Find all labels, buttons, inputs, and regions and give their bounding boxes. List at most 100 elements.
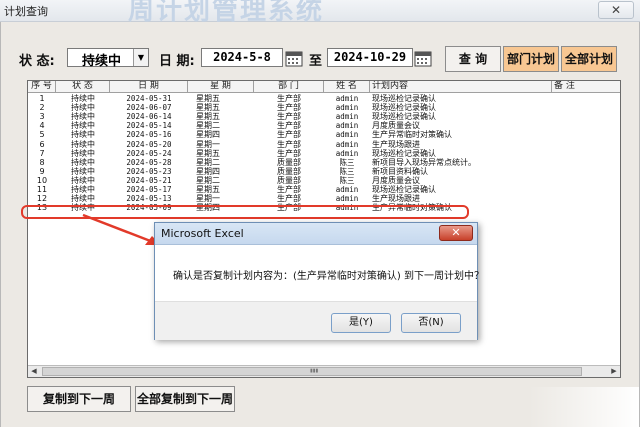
table-row[interactable]: 2 持续中 2024-06-07 星期五 生产部 admin 现场巡检记录确认 [28,103,620,113]
status-combo[interactable]: 持续中 ▼ [67,48,149,69]
date-from-field[interactable]: 2024-5-8 [201,48,283,67]
dialog-title: Microsoft Excel [161,227,244,240]
table-cell [552,94,620,103]
table-cell [552,140,620,149]
no-button[interactable]: 否(N) [401,313,461,333]
column-header: 状 态 [56,81,110,93]
table-cell: 7 [39,148,45,158]
table-cell: 月度质量会议 [372,175,420,185]
table-cell: 持续中 [71,139,95,149]
date-to-field[interactable]: 2024-10-29 [327,48,413,67]
table-cell: 生产部 [277,194,301,204]
table-row[interactable]: 3 持续中 2024-06-14 星期五 生产部 admin 现场巡检记录确认 [28,112,620,122]
table-cell: 现场巡检记录确认 [372,148,436,158]
copy-next-week-button[interactable]: 复制到下一周 [27,386,131,412]
table-cell: 陈三 [339,166,355,176]
table-cell: 现场巡检记录确认 [372,185,436,194]
corner-fade [529,387,639,427]
table-cell: 星期五 [196,148,220,158]
table-cell: 持续中 [71,130,95,140]
table-cell: 陈三 [339,175,355,185]
table-cell [552,121,620,130]
table-row[interactable]: 6 持续中 2024-05-20 星期一 生产部 admin 生产现场跟进 [28,139,620,149]
scroll-left-icon[interactable]: ◀ [28,366,40,377]
table-cell: 4 [39,121,45,131]
table-cell: 11 [36,185,48,194]
table-cell: 2024-05-21 [126,175,172,185]
table-cell: 月度质量会议 [372,121,420,131]
horizontal-scrollbar[interactable]: ◀ ▮▮▮ ▶ [28,365,620,377]
table-cell: 星期五 [196,103,220,113]
table-row[interactable]: 1 持续中 2024-05-31 星期五 生产部 admin 现场巡检记录确认 [28,94,620,103]
table-row[interactable]: 10 持续中 2024-05-21 星期二 质量部 陈三 月度质量会议 [28,175,620,185]
calendar-icon[interactable] [285,49,303,67]
table-cell: 生产部 [277,121,301,131]
table-cell: 现场巡检记录确认 [372,103,436,113]
table-cell: 持续中 [71,175,95,185]
table-cell: 2024-06-07 [126,103,172,113]
table-cell: admin [335,130,359,140]
grid-header: 序 号 状 态 日 期 星 期 部 门 姓 名 计划内容 备 注 [28,81,620,93]
query-button[interactable]: 查 询 [445,46,501,72]
table-cell: 生产现场跟进 [372,194,420,204]
table-row[interactable]: 4 持续中 2024-05-14 星期二 生产部 admin 月度质量会议 [28,121,620,131]
table-cell: 2024-05-24 [126,148,172,158]
table-cell: 2024-05-14 [126,121,172,131]
table-row[interactable]: 12 持续中 2024-05-13 星期一 生产部 admin 生产现场跟进 [28,194,620,204]
table-cell: 2 [39,103,45,113]
dialog-close-button[interactable]: ✕ [439,225,473,241]
table-cell: 持续中 [71,112,95,122]
table-cell: 2024-05-16 [126,130,172,140]
grip-icon: ▮▮▮ [310,368,319,374]
table-cell: 3 [39,112,45,122]
table-cell: 生产部 [277,130,301,140]
column-header: 日 期 [110,81,188,93]
table-cell: 持续中 [71,148,95,158]
column-header: 备 注 [552,81,620,93]
table-cell: 持续中 [71,185,95,194]
scroll-right-icon[interactable]: ▶ [608,366,620,377]
table-cell: 持续中 [71,121,95,131]
table-cell: admin [335,194,359,204]
table-cell [552,167,620,176]
window-close-button[interactable]: ✕ [598,1,634,19]
table-row[interactable]: 5 持续中 2024-05-16 星期四 生产部 admin 生产异常临时对策确认 [28,130,620,140]
table-row[interactable]: 9 持续中 2024-05-23 星期四 质量部 陈三 新项目资料确认 [28,166,620,176]
dept-plan-button[interactable]: 部门计划 [503,46,559,72]
all-plan-button[interactable]: 全部计划 [561,46,617,72]
table-cell: 星期一 [196,139,220,149]
table-cell: admin [335,112,359,122]
table-cell: 2024-05-31 [126,94,172,103]
calendar-icon[interactable] [414,49,432,67]
table-cell [552,158,620,167]
table-cell: 星期一 [196,194,220,204]
yes-button[interactable]: 是(Y) [331,313,391,333]
chevron-down-icon[interactable]: ▼ [133,49,148,66]
table-cell: 生产部 [277,94,301,103]
table-cell [552,112,620,121]
table-cell: 星期二 [196,157,220,167]
table-row[interactable]: 11 持续中 2024-05-17 星期五 生产部 admin 现场巡检记录确认 [28,185,620,194]
table-cell: 持续中 [71,166,95,176]
table-cell: admin [335,139,359,149]
table-cell: admin [335,121,359,131]
dialog-titlebar: Microsoft Excel ✕ [155,223,477,245]
table-cell: 质量部 [277,166,301,176]
dialog-message: 确认是否复制计划内容为：(生产异常临时对策确认) 到下一周计划中？ [173,271,484,282]
column-header: 序 号 [28,81,56,93]
table-cell: 新项目资料确认 [372,166,428,176]
table-row[interactable]: 7 持续中 2024-05-24 星期五 生产部 admin 现场巡检记录确认 [28,148,620,158]
to-label: 至 [309,54,323,69]
copy-all-next-week-button[interactable]: 全部复制到下一周 [135,386,235,412]
table-cell: 星期五 [196,94,220,103]
table-cell: 持续中 [71,157,95,167]
arrow-annotation-icon [82,213,161,245]
table-row[interactable]: 8 持续中 2024-05-28 星期二 质量部 陈三 新项目导入现场异常点统计。 [28,157,620,167]
table-cell: 星期二 [196,175,220,185]
table-cell: 9 [39,166,45,176]
table-cell: 陈三 [339,157,355,167]
table-cell: 8 [39,157,45,167]
status-label: 状 态: [19,54,55,69]
column-header: 星 期 [188,81,254,93]
table-cell: 2024-05-20 [126,139,172,149]
